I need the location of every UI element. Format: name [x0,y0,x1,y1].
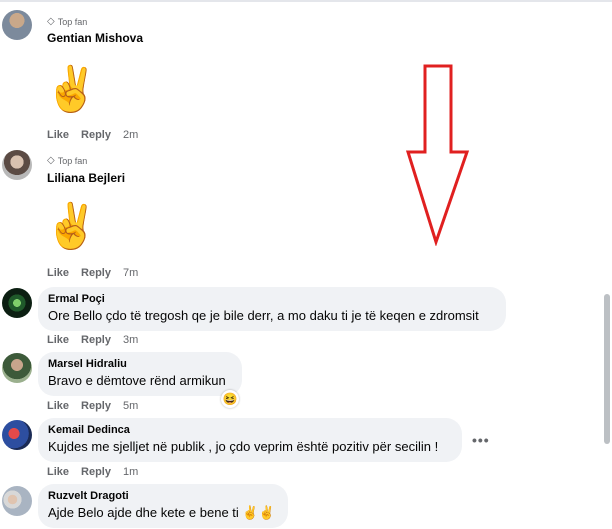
reply-button[interactable]: Reply [81,400,111,412]
like-button[interactable]: Like [47,129,69,141]
avatar[interactable] [2,486,32,516]
commenter-name[interactable]: Gentian Mishova [47,31,143,45]
arrow-outline [405,64,470,246]
scrollbar[interactable] [604,294,610,444]
like-button[interactable]: Like [47,466,69,478]
reply-button[interactable]: Reply [81,267,111,279]
avatar[interactable] [2,10,32,40]
reply-button[interactable]: Reply [81,334,111,346]
commenter-name[interactable]: Ruzvelt Dragoti [48,489,278,504]
avatar[interactable] [2,288,32,318]
comment-text: Ajde Belo ajde dhe kete e bene ti ✌️✌️ [48,505,275,520]
comment-actions: Like Reply 1m [47,466,138,478]
comment-bubble: Kemail Dedinca Kujdes me sjelljet në pub… [38,418,462,462]
down-arrow-annotation [405,64,470,246]
timestamp[interactable]: 5m [123,400,138,412]
commenter-name[interactable]: Kemail Dedinca [48,423,452,438]
victory-hand-emoji: ✌️ [44,65,99,114]
reply-button[interactable]: Reply [81,466,111,478]
avatar[interactable] [2,353,32,383]
more-options-icon[interactable]: ••• [472,432,490,448]
avatar[interactable] [2,420,32,450]
like-button[interactable]: Like [47,400,69,412]
commenter-name[interactable]: Liliana Bejleri [47,171,125,185]
comment-text: Kujdes me sjelljet në publik , jo çdo ve… [48,439,439,454]
like-button[interactable]: Like [47,267,69,279]
comment-actions: Like Reply 3m [47,334,138,346]
top-fan-badge: ◇ Top fan [47,155,88,166]
avatar[interactable] [2,150,32,180]
comment-actions: Like Reply 2m [47,129,138,141]
like-button[interactable]: Like [47,334,69,346]
top-fan-badge: ◇ Top fan [47,16,88,27]
commenter-name[interactable]: Ermal Poçi [48,292,496,307]
comment-bubble: Ermal Poçi Ore Bello çdo të tregosh qe j… [38,287,506,331]
timestamp[interactable]: 2m [123,129,138,141]
comment-actions: Like Reply 7m [47,267,138,279]
laugh-reaction-icon[interactable]: 😆 [221,390,239,408]
comment-text: Bravo e dëmtove rënd armikun [48,373,226,388]
reply-button[interactable]: Reply [81,129,111,141]
comment-bubble: Ruzvelt Dragoti Ajde Belo ajde dhe kete … [38,484,288,528]
victory-hand-emoji: ✌️ [44,202,99,251]
top-divider [0,0,612,2]
diamond-icon: ◇ [47,155,55,166]
commenter-name[interactable]: Marsel Hidraliu [48,357,232,372]
comment-bubble: Marsel Hidraliu Bravo e dëmtove rënd arm… [38,352,242,396]
comment-text: Ore Bello çdo të tregosh qe je bile derr… [48,308,479,323]
timestamp[interactable]: 3m [123,334,138,346]
timestamp[interactable]: 7m [123,267,138,279]
comment-actions: Like Reply 5m [47,400,138,412]
timestamp[interactable]: 1m [123,466,138,478]
diamond-icon: ◇ [47,16,55,27]
